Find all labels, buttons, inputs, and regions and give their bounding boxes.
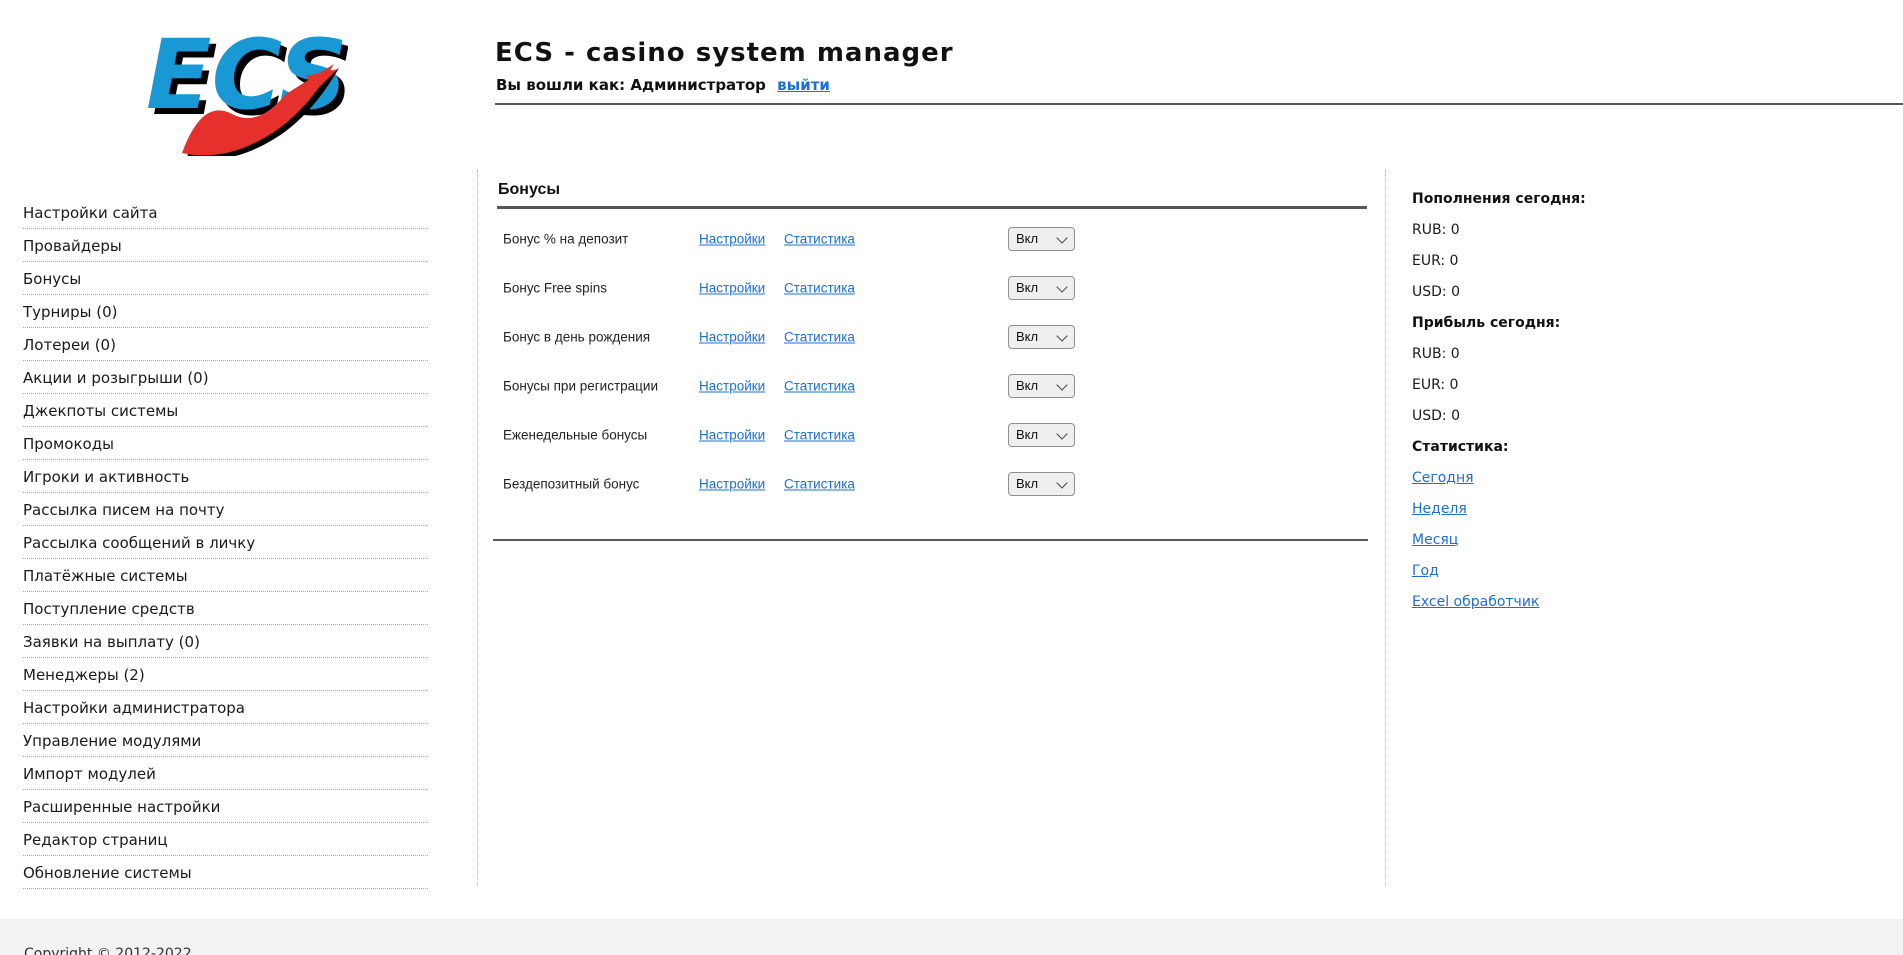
bonus-list: Бонус % на депозит Настройки Статистика … xyxy=(497,214,1367,508)
deposits-today-title: Пополнения сегодня: xyxy=(1412,186,1712,217)
stats-excel-link[interactable]: Excel обработчик xyxy=(1412,594,1539,610)
bonus-state-select[interactable]: Вкл xyxy=(1008,276,1075,300)
login-status: Вы вошли как: Администратор выйти xyxy=(496,76,830,94)
sidebar-item-module-import[interactable]: Импорт модулей xyxy=(23,757,428,790)
section-top-rule xyxy=(497,206,1367,209)
bonus-row-free-spins: Бонус Free spins Настройки Статистика Вк… xyxy=(497,263,1367,312)
bonus-row-birthday: Бонус в день рождения Настройки Статисти… xyxy=(497,312,1367,361)
bonus-state-select-wrap: Вкл xyxy=(1008,227,1075,251)
statistics-title: Статистика: xyxy=(1412,434,1712,465)
bonus-state-select-wrap: Вкл xyxy=(1008,423,1075,447)
sidebar-item-tournaments[interactable]: Турниры (0) xyxy=(23,295,428,328)
sidebar-item-payout-requests[interactable]: Заявки на выплату (0) xyxy=(23,625,428,658)
sidebar-item-email-mailing[interactable]: Рассылка писем на почту xyxy=(23,493,428,526)
sidebar-item-advanced[interactable]: Расширенные настройки xyxy=(23,790,428,823)
summary-panel: Пополнения сегодня: RUB: 0 EUR: 0 USD: 0… xyxy=(1412,186,1712,620)
sidebar-item-module-control[interactable]: Управление модулями xyxy=(23,724,428,757)
bonus-row-registration: Бонусы при регистрации Настройки Статист… xyxy=(497,361,1367,410)
page-title: ECS - casino system manager xyxy=(495,38,954,68)
sidebar-item-admin-settings[interactable]: Настройки администратора xyxy=(23,691,428,724)
bonus-state-select-wrap: Вкл xyxy=(1008,325,1075,349)
stats-today-link[interactable]: Сегодня xyxy=(1412,470,1474,486)
footer: Copyright © 2012-2022 xyxy=(0,919,1903,955)
sidebar-item-managers[interactable]: Менеджеры (2) xyxy=(23,658,428,691)
statistics-link[interactable]: Статистика xyxy=(784,378,855,393)
bonus-state-select[interactable]: Вкл xyxy=(1008,227,1075,251)
statistics-link[interactable]: Статистика xyxy=(784,329,855,344)
sidebar-item-incoming-funds[interactable]: Поступление средств xyxy=(23,592,428,625)
statistics-link[interactable]: Статистика xyxy=(784,427,855,442)
bonus-state-select[interactable]: Вкл xyxy=(1008,423,1075,447)
bonus-state-select-wrap: Вкл xyxy=(1008,472,1075,496)
sidebar-item-payment-systems[interactable]: Платёжные системы xyxy=(23,559,428,592)
stats-month-link[interactable]: Месяц xyxy=(1412,532,1458,548)
sidebar-item-system-update[interactable]: Обновление системы xyxy=(23,856,428,889)
statistics-link[interactable]: Статистика xyxy=(784,280,855,295)
copyright-text: Copyright © 2012-2022 xyxy=(24,946,192,955)
content-rightpanel-divider xyxy=(1385,170,1386,886)
sidebar-item-promocodes[interactable]: Промокоды xyxy=(23,427,428,460)
sidebar-item-bonuses[interactable]: Бонусы xyxy=(23,262,428,295)
page: ECS ECS ECS - casino system manager Вы в… xyxy=(0,0,1903,955)
ecs-logo: ECS ECS xyxy=(138,14,348,156)
sidebar-item-players[interactable]: Игроки и активность xyxy=(23,460,428,493)
settings-link[interactable]: Настройки xyxy=(699,427,765,442)
profit-today-title: Прибыль сегодня: xyxy=(1412,310,1712,341)
bonus-state-select-wrap: Вкл xyxy=(1008,374,1075,398)
settings-link[interactable]: Настройки xyxy=(699,280,765,295)
sidebar-item-pm-mailing[interactable]: Рассылка сообщений в личку xyxy=(23,526,428,559)
deposits-eur: EUR: 0 xyxy=(1412,248,1712,279)
sidebar-item-site-settings[interactable]: Настройки сайта xyxy=(23,196,428,229)
bonus-state-select[interactable]: Вкл xyxy=(1008,325,1075,349)
bonus-label: Еженедельные бонусы xyxy=(503,427,647,442)
logout-link[interactable]: выйти xyxy=(777,76,830,94)
bonus-row-weekly: Еженедельные бонусы Настройки Статистика… xyxy=(497,410,1367,459)
section-title: Бонусы xyxy=(498,181,560,199)
deposits-usd: USD: 0 xyxy=(1412,279,1712,310)
bonus-state-select[interactable]: Вкл xyxy=(1008,374,1075,398)
bonus-row-deposit-percent: Бонус % на депозит Настройки Статистика … xyxy=(497,214,1367,263)
settings-link[interactable]: Настройки xyxy=(699,231,765,246)
settings-link[interactable]: Настройки xyxy=(699,329,765,344)
sidebar-item-jackpots[interactable]: Джекпоты системы xyxy=(23,394,428,427)
settings-link[interactable]: Настройки xyxy=(699,476,765,491)
profit-usd: USD: 0 xyxy=(1412,403,1712,434)
stats-year-link[interactable]: Год xyxy=(1412,563,1439,579)
sidebar-item-lotteries[interactable]: Лотереи (0) xyxy=(23,328,428,361)
section-bottom-rule xyxy=(493,539,1368,541)
bonus-state-select[interactable]: Вкл xyxy=(1008,472,1075,496)
deposits-rub: RUB: 0 xyxy=(1412,217,1712,248)
bonus-label: Бонусы при регистрации xyxy=(503,378,658,393)
sidebar-item-promotions[interactable]: Акции и розыгрыши (0) xyxy=(23,361,428,394)
header-divider xyxy=(495,103,1903,105)
bonus-label: Бонус Free spins xyxy=(503,280,607,295)
profit-eur: EUR: 0 xyxy=(1412,372,1712,403)
statistics-link[interactable]: Статистика xyxy=(784,231,855,246)
settings-link[interactable]: Настройки xyxy=(699,378,765,393)
stats-week-link[interactable]: Неделя xyxy=(1412,501,1467,517)
statistics-link[interactable]: Статистика xyxy=(784,476,855,491)
bonus-row-no-deposit: Бездепозитный бонус Настройки Статистика… xyxy=(497,459,1367,508)
sidebar-item-providers[interactable]: Провайдеры xyxy=(23,229,428,262)
profit-rub: RUB: 0 xyxy=(1412,341,1712,372)
bonus-label: Бонус в день рождения xyxy=(503,329,650,344)
sidebar-menu: Настройки сайта Провайдеры Бонусы Турнир… xyxy=(23,196,428,889)
login-status-text: Вы вошли как: Администратор xyxy=(496,76,766,94)
bonus-state-select-wrap: Вкл xyxy=(1008,276,1075,300)
sidebar-content-divider xyxy=(477,170,478,886)
bonus-label: Бездепозитный бонус xyxy=(503,476,639,491)
bonus-label: Бонус % на депозит xyxy=(503,231,628,246)
sidebar-item-page-editor[interactable]: Редактор страниц xyxy=(23,823,428,856)
